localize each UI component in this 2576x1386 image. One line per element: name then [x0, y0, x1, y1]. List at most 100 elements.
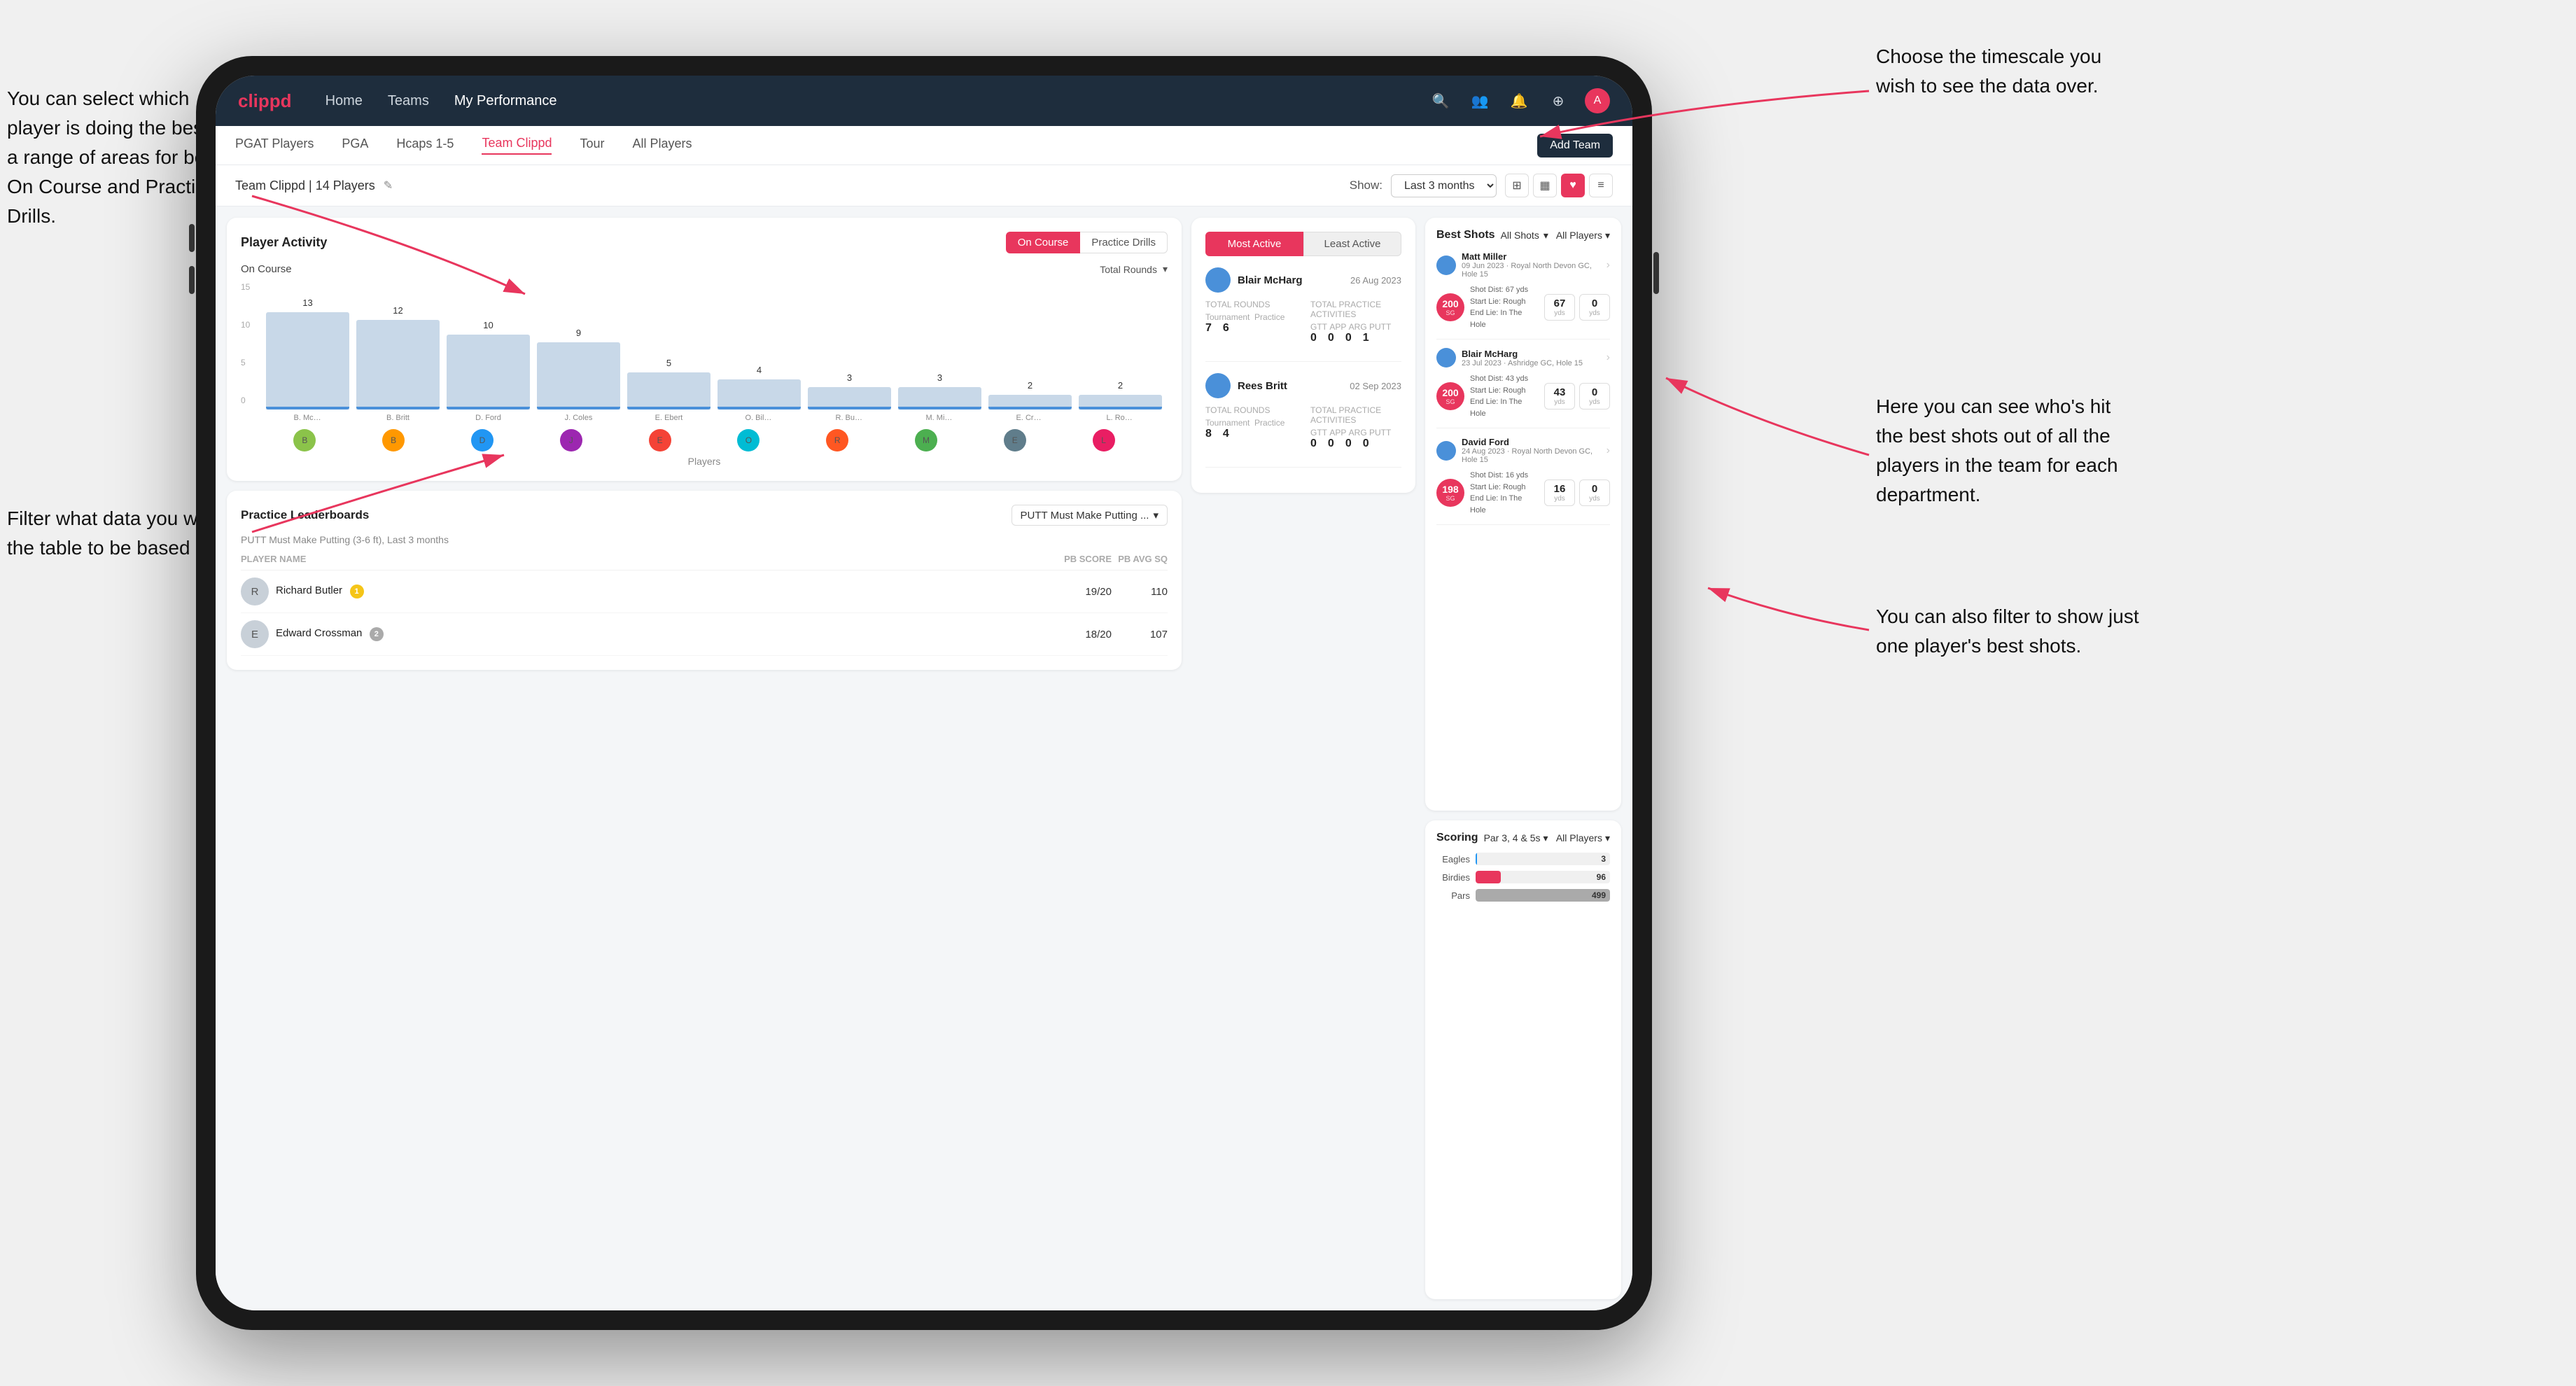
- chevron-right-icon[interactable]: ›: [1606, 351, 1610, 364]
- leaderboard-card: Practice Leaderboards PUTT Must Make Put…: [227, 491, 1182, 670]
- leaderboard-table-header: PLAYER NAME PB SCORE PB AVG SQ: [241, 554, 1168, 570]
- nav-link-home[interactable]: Home: [326, 93, 363, 109]
- edit-icon[interactable]: ✎: [384, 178, 393, 192]
- people-icon[interactable]: 👥: [1467, 88, 1492, 113]
- scoring-players-label: All Players: [1556, 832, 1602, 844]
- table-row: R Richard Butler 1 19/20 110: [241, 570, 1168, 613]
- tab-practice-drills[interactable]: Practice Drills: [1080, 232, 1168, 253]
- player-avatar-1[interactable]: B: [382, 429, 405, 451]
- player-avatar-2[interactable]: D: [471, 429, 493, 451]
- player-avatar-9[interactable]: L: [1093, 429, 1115, 451]
- on-course-label: On Course: [241, 263, 292, 275]
- dist-primary: 67 yds: [1544, 294, 1575, 321]
- chart-bar-E.Crossman: 2 E. Crossman: [988, 380, 1072, 422]
- player-avatar-8[interactable]: E: [1004, 429, 1026, 451]
- rank-badge: 2: [370, 627, 384, 641]
- show-filter: Show: Last 3 months ⊞ ▦ ♥ ≡: [1350, 174, 1613, 197]
- volume-up-button[interactable]: [189, 224, 195, 252]
- chart-bar-D.Ford: 10 D. Ford: [447, 320, 530, 422]
- power-button[interactable]: [1653, 252, 1659, 294]
- player-avatar-5[interactable]: O: [737, 429, 760, 451]
- player-avatar-0[interactable]: B: [293, 429, 316, 451]
- player-avatar: E: [241, 620, 269, 648]
- scoring-bar-value: 3: [1601, 854, 1606, 864]
- bar-fill: [1079, 395, 1162, 410]
- view-grid-button[interactable]: ⊞: [1505, 174, 1529, 197]
- view-list-button[interactable]: ≡: [1589, 174, 1613, 197]
- total-rounds-filter[interactable]: Total Rounds ▾: [1100, 263, 1168, 275]
- best-shots-players-filter[interactable]: All Players ▾: [1556, 230, 1610, 241]
- annotation-top-right: Choose the timescale you wish to see the…: [1876, 42, 2114, 101]
- pb-score: 19/20: [1056, 586, 1112, 598]
- subnav-pgat-players[interactable]: PGAT Players: [235, 136, 314, 154]
- player-avatar-7[interactable]: M: [915, 429, 937, 451]
- chevron-right-icon[interactable]: ›: [1606, 259, 1610, 272]
- player-avatar-4[interactable]: E: [649, 429, 671, 451]
- middle-column: Most Active Least Active Blair McHarg 26…: [1191, 218, 1415, 1299]
- sub-nav: PGAT Players PGA Hcaps 1-5 Team Clippd T…: [216, 126, 1632, 165]
- subnav-hcaps[interactable]: Hcaps 1-5: [396, 136, 454, 154]
- best-shots-filter[interactable]: All Shots ▾: [1501, 230, 1548, 241]
- volume-down-button[interactable]: [189, 266, 195, 294]
- dist-secondary: 0 yds: [1579, 294, 1610, 321]
- tab-least-active[interactable]: Least Active: [1303, 232, 1401, 256]
- scoring-players-filter[interactable]: All Players ▾: [1556, 832, 1610, 844]
- nav-link-teams[interactable]: Teams: [388, 93, 429, 109]
- leaderboard-dropdown-label: PUTT Must Make Putting ...: [1021, 510, 1149, 522]
- bar-fill: [988, 395, 1072, 410]
- player-avatar: [1436, 255, 1456, 275]
- bar-accent: [627, 407, 710, 410]
- total-rounds-label: Total Rounds: [1100, 264, 1157, 275]
- player-avatar-6[interactable]: R: [826, 429, 848, 451]
- show-dropdown[interactable]: Last 3 months: [1391, 174, 1497, 197]
- view-heart-button[interactable]: ♥: [1561, 174, 1585, 197]
- player-date: 26 Aug 2023: [1350, 275, 1401, 286]
- chart-bar-R.Butler: 3 R. Butler: [808, 372, 891, 422]
- list-item: Rees Britt 02 Sep 2023 Total Rounds Tour…: [1205, 373, 1401, 468]
- user-avatar-icon[interactable]: A: [1585, 88, 1610, 113]
- add-circle-icon[interactable]: ⊕: [1546, 88, 1571, 113]
- chart-bar-M.Miller: 3 M. Miller: [898, 372, 981, 422]
- scoring-filter[interactable]: Par 3, 4 & 5s ▾: [1484, 832, 1548, 844]
- leaderboard-dropdown[interactable]: PUTT Must Make Putting ... ▾: [1011, 505, 1168, 526]
- shot-entry: David Ford 24 Aug 2023 · Royal North Dev…: [1436, 437, 1610, 525]
- chevron-right-icon[interactable]: ›: [1606, 444, 1610, 457]
- player-name: Matt Miller: [1462, 251, 1606, 262]
- chevron-down-icon: ▾: [1605, 230, 1610, 241]
- scoring-bar-track: 3: [1476, 853, 1610, 865]
- bar-accent: [988, 407, 1072, 410]
- search-icon[interactable]: 🔍: [1428, 88, 1453, 113]
- tab-on-course[interactable]: On Course: [1006, 232, 1081, 253]
- tablet-frame: clippd Home Teams My Performance 🔍 👥 🔔 ⊕…: [196, 56, 1652, 1330]
- dist-secondary: 0 yds: [1579, 383, 1610, 410]
- add-team-button[interactable]: Add Team: [1537, 134, 1613, 158]
- players-axis-label: Players: [241, 456, 1168, 467]
- course-info: 23 Jul 2023 · Ashridge GC, Hole 15: [1462, 359, 1583, 368]
- subnav-team-clippd[interactable]: Team Clippd: [482, 136, 552, 155]
- nav-link-myperformance[interactable]: My Performance: [454, 93, 557, 109]
- team-header: Team Clippd | 14 Players ✎ Show: Last 3 …: [216, 165, 1632, 206]
- subnav-all-players[interactable]: All Players: [633, 136, 692, 154]
- best-shots-players-label: All Players: [1556, 230, 1602, 241]
- chevron-down-icon: ▾: [1153, 509, 1158, 522]
- view-icons: ⊞ ▦ ♥ ≡: [1505, 174, 1613, 197]
- bar-accent: [537, 407, 620, 410]
- subnav-pga[interactable]: PGA: [342, 136, 368, 154]
- scoring-title: Scoring: [1436, 832, 1478, 844]
- shot-badge: 198 SG: [1436, 479, 1464, 507]
- subnav-tour[interactable]: Tour: [580, 136, 604, 154]
- player-avatar: [1436, 441, 1456, 461]
- player-avatar-3[interactable]: J: [560, 429, 582, 451]
- scoring-bar-track: 96: [1476, 871, 1610, 883]
- player-name: Richard Butler: [276, 584, 342, 596]
- scoring-bar-fill: [1476, 853, 1477, 865]
- table-row: E Edward Crossman 2 18/20 107: [241, 613, 1168, 656]
- tab-most-active[interactable]: Most Active: [1205, 232, 1303, 256]
- bar-accent: [447, 407, 530, 410]
- view-card-button[interactable]: ▦: [1533, 174, 1557, 197]
- bell-icon[interactable]: 🔔: [1506, 88, 1532, 113]
- activity-players: Blair McHarg 26 Aug 2023 Total Rounds To…: [1205, 267, 1401, 468]
- chart-bar-B.McHarg: 13 B. McHarg: [266, 298, 349, 422]
- leaderboard-title: Practice Leaderboards: [241, 508, 369, 522]
- shot-details: Shot Dist: 16 ydsStart Lie: RoughEnd Lie…: [1470, 470, 1539, 516]
